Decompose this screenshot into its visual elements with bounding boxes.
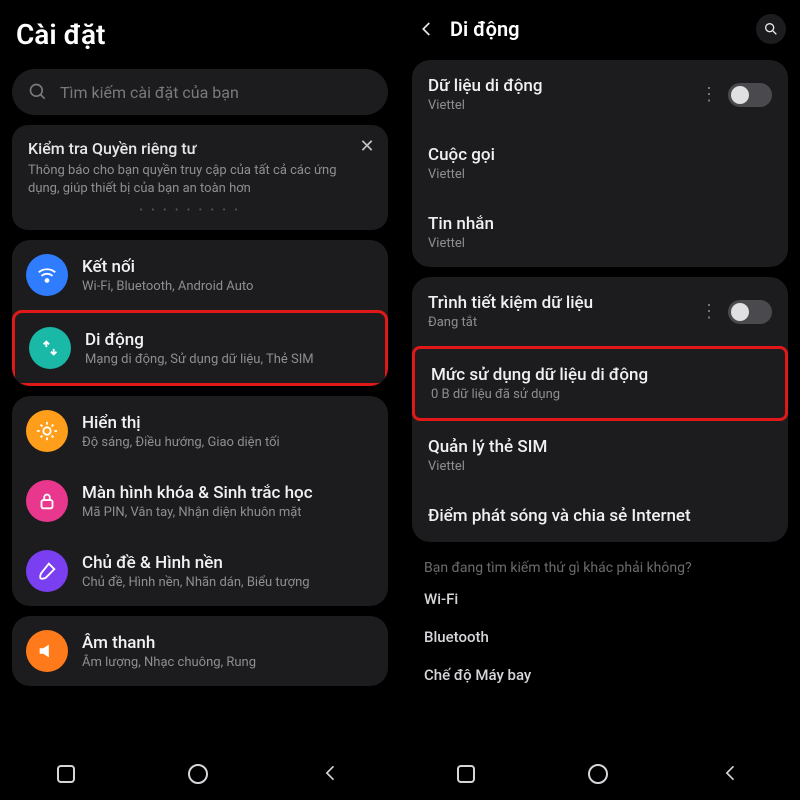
row-connections[interactable]: Kết nối Wi-Fi, Bluetooth, Android Auto bbox=[12, 240, 388, 310]
phone-left: Cài đặt Tìm kiếm cài đặt của bạn Kiểm tr… bbox=[0, 0, 400, 800]
link-wifi[interactable]: Wi-Fi bbox=[400, 580, 800, 618]
footer-hint: Bạn đang tìm kiếm thứ gì khác phải không… bbox=[400, 552, 800, 580]
settings-group: Âm thanh Âm lượng, Nhạc chuông, Rung bbox=[12, 616, 388, 686]
header-left: Cài đặt bbox=[0, 0, 400, 63]
pagination-dots: • • • • • • • • • bbox=[28, 205, 352, 216]
page-title: Cài đặt bbox=[16, 18, 384, 51]
item-sim-manage[interactable]: Quản lý thẻ SIM Viettel bbox=[412, 421, 788, 490]
row-display[interactable]: Hiển thị Độ sáng, Điều hướng, Giao diện … bbox=[12, 396, 388, 466]
notice-body: Thông báo cho bạn quyền truy cập của tất… bbox=[28, 162, 352, 197]
settings-group: Hiển thị Độ sáng, Điều hướng, Giao diện … bbox=[12, 396, 388, 606]
nav-bar bbox=[0, 748, 400, 800]
search-button[interactable] bbox=[756, 14, 786, 44]
more-icon[interactable]: ⋮ bbox=[690, 84, 728, 105]
nav-back-icon[interactable] bbox=[321, 763, 343, 785]
notice-title: Kiểm tra Quyền riêng tư bbox=[28, 139, 352, 158]
header-right: Di động bbox=[400, 0, 800, 54]
wifi-icon bbox=[26, 254, 68, 296]
settings-group: Kết nối Wi-Fi, Bluetooth, Android Auto D… bbox=[12, 240, 388, 386]
mobile-data-icon bbox=[29, 327, 71, 369]
more-icon[interactable]: ⋮ bbox=[690, 301, 728, 322]
close-icon[interactable]: ✕ bbox=[356, 135, 378, 157]
item-data-saver[interactable]: Trình tiết kiệm dữ liệu Đang tắt ⋮ bbox=[412, 277, 788, 346]
search-input[interactable]: Tìm kiếm cài đặt của bạn bbox=[12, 69, 388, 115]
search-placeholder: Tìm kiếm cài đặt của bạn bbox=[60, 83, 239, 102]
toggle-mobile-data[interactable] bbox=[728, 83, 772, 107]
speaker-icon bbox=[26, 630, 68, 672]
row-sound[interactable]: Âm thanh Âm lượng, Nhạc chuông, Rung bbox=[12, 616, 388, 686]
back-button[interactable] bbox=[414, 16, 440, 42]
link-bluetooth[interactable]: Bluetooth bbox=[400, 618, 800, 656]
nav-back-icon[interactable] bbox=[721, 763, 743, 785]
row-lock[interactable]: Màn hình khóa & Sinh trắc học Mã PIN, Vâ… bbox=[12, 466, 388, 536]
nav-home-icon[interactable] bbox=[188, 764, 208, 784]
card-calls: Dữ liệu di động Viettel ⋮ Cuộc gọi Viett… bbox=[412, 60, 788, 267]
page-title: Di động bbox=[440, 17, 756, 41]
link-airplane[interactable]: Chế độ Máy bay bbox=[400, 656, 800, 694]
search-icon bbox=[28, 82, 48, 102]
row-mobile[interactable]: Di động Mạng di động, Sử dụng dữ liệu, T… bbox=[12, 310, 388, 386]
sun-icon bbox=[26, 410, 68, 452]
item-sms[interactable]: Tin nhắn Viettel bbox=[412, 198, 788, 267]
nav-recent-icon[interactable] bbox=[457, 765, 475, 783]
row-theme[interactable]: Chủ đề & Hình nền Chủ đề, Hình nền, Nhãn… bbox=[12, 536, 388, 606]
item-hotspot[interactable]: Điểm phát sóng và chia sẻ Internet bbox=[412, 490, 788, 542]
toggle-data-saver[interactable] bbox=[728, 300, 772, 324]
brush-icon bbox=[26, 550, 68, 592]
item-mobile-data[interactable]: Dữ liệu di động Viettel ⋮ bbox=[412, 60, 788, 129]
card-data: Trình tiết kiệm dữ liệu Đang tắt ⋮ Mức s… bbox=[412, 277, 788, 542]
privacy-notice[interactable]: Kiểm tra Quyền riêng tư Thông báo cho bạ… bbox=[12, 125, 388, 230]
nav-bar bbox=[400, 748, 800, 800]
nav-home-icon[interactable] bbox=[588, 764, 608, 784]
item-data-usage[interactable]: Mức sử dụng dữ liệu di động 0 B dữ liệu … bbox=[412, 346, 788, 421]
lock-icon bbox=[26, 480, 68, 522]
phone-right: Di động Dữ liệu di động Viettel ⋮ Cuộc g… bbox=[400, 0, 800, 800]
nav-recent-icon[interactable] bbox=[57, 765, 75, 783]
item-calls[interactable]: Cuộc gọi Viettel bbox=[412, 129, 788, 198]
